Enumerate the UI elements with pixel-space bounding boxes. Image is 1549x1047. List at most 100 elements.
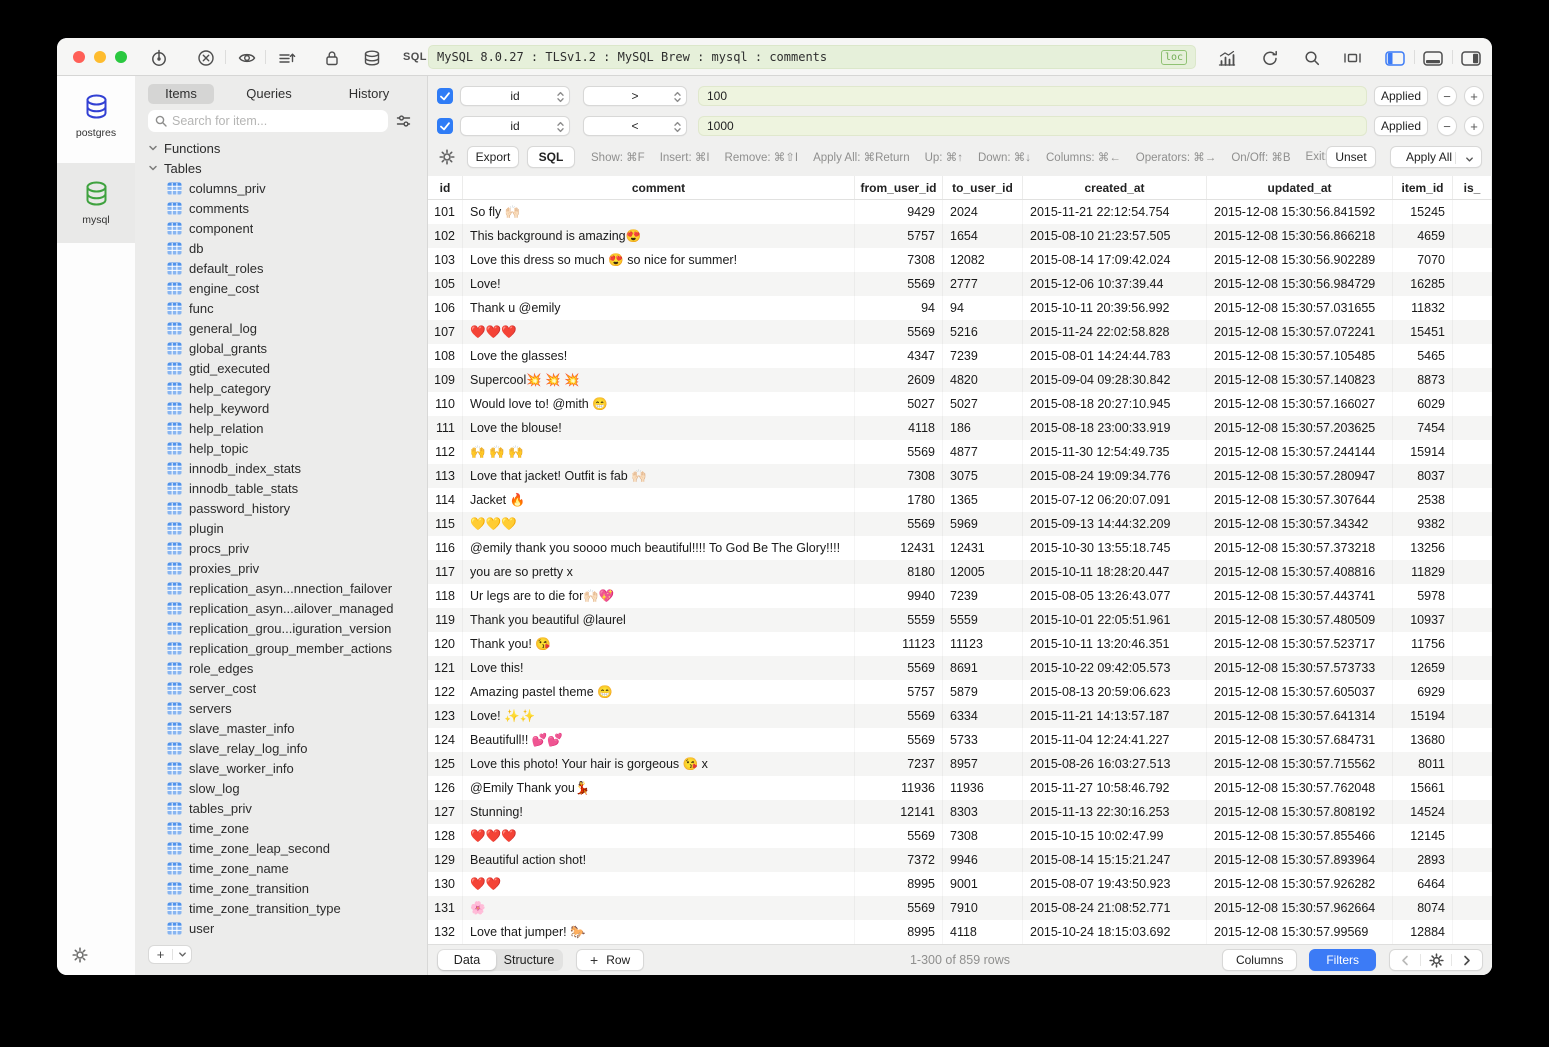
search-input[interactable]	[172, 114, 381, 128]
sidebar-item-table[interactable]: time_zone_transition_type	[135, 898, 427, 918]
cell-from_user_id[interactable]: 5569	[855, 320, 943, 344]
cell-to_user_id[interactable]: 4820	[943, 368, 1023, 392]
table-row[interactable]: 103Love this dress so much 😍 so nice for…	[428, 248, 1492, 272]
cell-created_at[interactable]: 2015-11-24 22:02:58.828	[1023, 320, 1207, 344]
cell-id[interactable]: 117	[428, 560, 463, 584]
column-header-item_id[interactable]: item_id	[1393, 176, 1453, 199]
table-row[interactable]: 122Amazing pastel theme 😁575758792015-08…	[428, 680, 1492, 704]
cell-from_user_id[interactable]: 9429	[855, 200, 943, 224]
cell-created_at[interactable]: 2015-08-13 20:59:06.623	[1023, 680, 1207, 704]
cell-from_user_id[interactable]: 4347	[855, 344, 943, 368]
cell-comment[interactable]: ❤️❤️❤️	[463, 320, 855, 344]
cell-comment[interactable]: Jacket 🔥	[463, 488, 855, 512]
table-row[interactable]: 110Would love to! @mith 😁502750272015-08…	[428, 392, 1492, 416]
filters-button[interactable]: Filters	[1309, 949, 1376, 971]
cell-updated_at[interactable]: 2015-12-08 15:30:57.280947	[1207, 464, 1393, 488]
settings-gear-icon[interactable]	[72, 947, 88, 963]
cell-comment[interactable]: 🙌 🙌 🙌	[463, 440, 855, 464]
sidebar-item-table[interactable]: help_relation	[135, 418, 427, 438]
cell-from_user_id[interactable]: 11123	[855, 632, 943, 656]
cell-created_at[interactable]: 2015-08-26 16:03:27.513	[1023, 752, 1207, 776]
cell-created_at[interactable]: 2015-09-13 14:44:32.209	[1023, 512, 1207, 536]
sidebar-item-table[interactable]: password_history	[135, 498, 427, 518]
cell-updated_at[interactable]: 2015-12-08 15:30:57.99569	[1207, 920, 1393, 944]
cell-item_id[interactable]: 13256	[1393, 536, 1453, 560]
column-header-created_at[interactable]: created_at	[1023, 176, 1207, 199]
cell-is_[interactable]	[1453, 344, 1492, 368]
table-row[interactable]: 128❤️❤️❤️556973082015-10-15 10:02:47.992…	[428, 824, 1492, 848]
cell-comment[interactable]: Thank u @emily	[463, 296, 855, 320]
cell-from_user_id[interactable]: 94	[855, 296, 943, 320]
cell-item_id[interactable]: 12659	[1393, 656, 1453, 680]
cell-comment[interactable]: Love that jumper! 🐎	[463, 920, 855, 944]
cell-updated_at[interactable]: 2015-12-08 15:30:56.841592	[1207, 200, 1393, 224]
sidebar-item-table[interactable]: global_grants	[135, 338, 427, 358]
cell-to_user_id[interactable]: 4118	[943, 920, 1023, 944]
cell-updated_at[interactable]: 2015-12-08 15:30:57.031655	[1207, 296, 1393, 320]
cell-is_[interactable]	[1453, 776, 1492, 800]
plus-icon[interactable]: +	[149, 946, 172, 963]
sidebar-item-table[interactable]: time_zone_transition	[135, 878, 427, 898]
sidebar-item-table[interactable]: time_zone	[135, 818, 427, 838]
cell-id[interactable]: 128	[428, 824, 463, 848]
cell-comment[interactable]: @Emily Thank you💃	[463, 776, 855, 800]
cell-created_at[interactable]: 2015-08-18 20:27:10.945	[1023, 392, 1207, 416]
cell-comment[interactable]: Love the blouse!	[463, 416, 855, 440]
cell-comment[interactable]: Ur legs are to die for🙌🏻💖	[463, 584, 855, 608]
cell-created_at[interactable]: 2015-08-14 17:09:42.024	[1023, 248, 1207, 272]
cell-id[interactable]: 108	[428, 344, 463, 368]
cell-comment[interactable]: Love this photo! Your hair is gorgeous 😘…	[463, 752, 855, 776]
cell-is_[interactable]	[1453, 248, 1492, 272]
tab-queries[interactable]: Queries	[224, 84, 314, 104]
sidebar-item-table[interactable]: user	[135, 918, 427, 938]
cell-to_user_id[interactable]: 11123	[943, 632, 1023, 656]
sidebar-item-table[interactable]: plugin	[135, 518, 427, 538]
table-row[interactable]: 132Love that jumper! 🐎899541182015-10-24…	[428, 920, 1492, 944]
cell-id[interactable]: 112	[428, 440, 463, 464]
cell-from_user_id[interactable]: 5569	[855, 512, 943, 536]
cell-is_[interactable]	[1453, 920, 1492, 944]
filter-operator-select[interactable]: >	[583, 86, 687, 106]
cell-is_[interactable]	[1453, 296, 1492, 320]
filter-enabled-checkbox[interactable]	[437, 88, 453, 104]
cell-is_[interactable]	[1453, 392, 1492, 416]
cell-to_user_id[interactable]: 7239	[943, 344, 1023, 368]
cell-comment[interactable]: you are so pretty x	[463, 560, 855, 584]
sidebar-item-table[interactable]: innodb_index_stats	[135, 458, 427, 478]
table-row[interactable]: 130❤️❤️899590012015-08-07 19:43:50.92320…	[428, 872, 1492, 896]
cell-is_[interactable]	[1453, 656, 1492, 680]
connection-item[interactable]: postgres	[57, 76, 135, 156]
table-row[interactable]: 112🙌 🙌 🙌556948772015-11-30 12:54:49.7352…	[428, 440, 1492, 464]
cell-is_[interactable]	[1453, 488, 1492, 512]
table-row[interactable]: 113Love that jacket! Outfit is fab 🙌🏻730…	[428, 464, 1492, 488]
cell-updated_at[interactable]: 2015-12-08 15:30:57.166027	[1207, 392, 1393, 416]
cell-to_user_id[interactable]: 6334	[943, 704, 1023, 728]
cell-item_id[interactable]: 6029	[1393, 392, 1453, 416]
cell-to_user_id[interactable]: 9946	[943, 848, 1023, 872]
cell-to_user_id[interactable]: 4877	[943, 440, 1023, 464]
cell-created_at[interactable]: 2015-10-11 20:39:56.992	[1023, 296, 1207, 320]
cell-to_user_id[interactable]: 5027	[943, 392, 1023, 416]
cell-from_user_id[interactable]: 5569	[855, 656, 943, 680]
cell-is_[interactable]	[1453, 896, 1492, 920]
cell-is_[interactable]	[1453, 512, 1492, 536]
cell-item_id[interactable]: 13680	[1393, 728, 1453, 752]
cell-updated_at[interactable]: 2015-12-08 15:30:57.34342	[1207, 512, 1393, 536]
cell-from_user_id[interactable]: 4118	[855, 416, 943, 440]
cell-comment[interactable]: Supercool💥 💥 💥	[463, 368, 855, 392]
column-header-from_user_id[interactable]: from_user_id	[855, 176, 943, 199]
sidebar-item-table[interactable]: help_topic	[135, 438, 427, 458]
add-item-split-button[interactable]: +	[148, 945, 192, 964]
cell-item_id[interactable]: 8873	[1393, 368, 1453, 392]
cell-updated_at[interactable]: 2015-12-08 15:30:57.307644	[1207, 488, 1393, 512]
cell-from_user_id[interactable]: 7237	[855, 752, 943, 776]
cell-is_[interactable]	[1453, 608, 1492, 632]
sidebar-item-table[interactable]: procs_priv	[135, 538, 427, 558]
cell-updated_at[interactable]: 2015-12-08 15:30:57.573733	[1207, 656, 1393, 680]
close-window-button[interactable]	[73, 51, 85, 63]
cell-from_user_id[interactable]: 12431	[855, 536, 943, 560]
sidebar-item-table[interactable]: db	[135, 238, 427, 258]
cell-created_at[interactable]: 2015-08-24 21:08:52.771	[1023, 896, 1207, 920]
cell-updated_at[interactable]: 2015-12-08 15:30:57.962664	[1207, 896, 1393, 920]
cell-updated_at[interactable]: 2015-12-08 15:30:57.926282	[1207, 872, 1393, 896]
